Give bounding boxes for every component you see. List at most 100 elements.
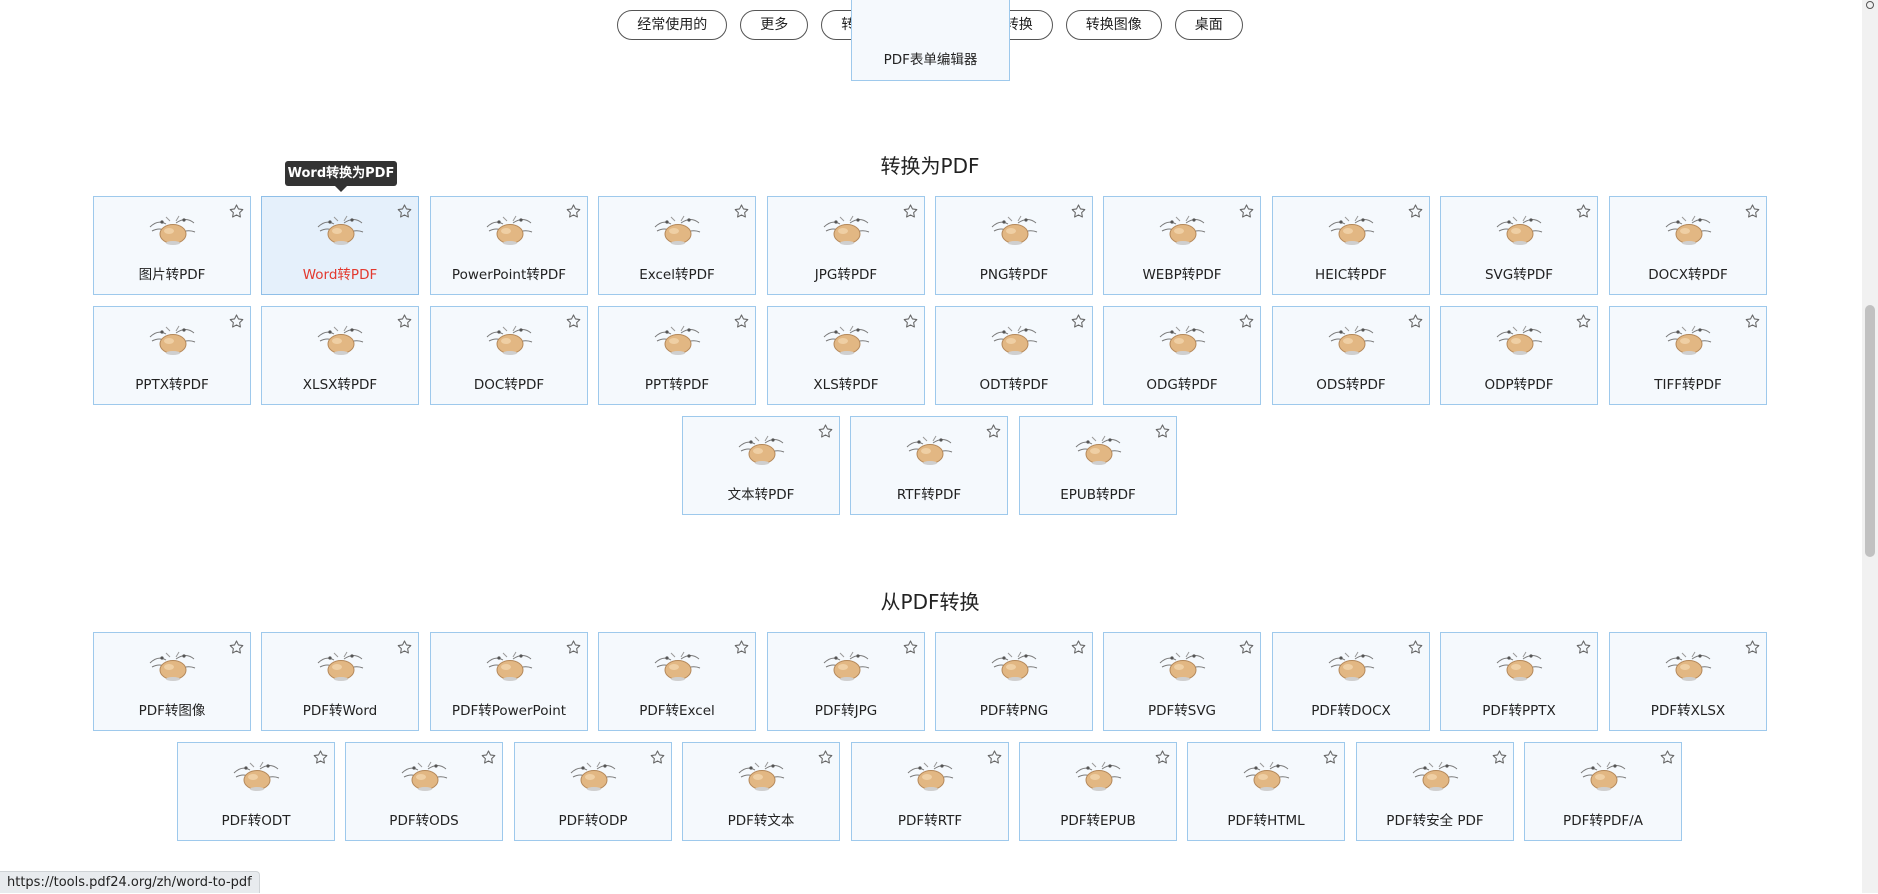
nav-more[interactable]: 更多 [740, 10, 809, 40]
tool-tile-odg-pdf[interactable]: ODG转PDF [1103, 306, 1261, 405]
pdf24-mascot-icon [1662, 211, 1714, 247]
pdf24-mascot-icon [988, 647, 1040, 683]
tool-tile-pdf-odp[interactable]: PDF转ODP [514, 742, 672, 841]
tool-tile-pdf[interactable]: 文本转PDF [682, 416, 840, 515]
star-outline-icon[interactable] [565, 203, 582, 220]
star-outline-icon[interactable] [480, 749, 497, 766]
tool-tile-heic-pdf[interactable]: HEIC转PDF [1272, 196, 1430, 295]
tool-tile-pdf-odt[interactable]: PDF转ODT [177, 742, 335, 841]
tool-tile-odp-pdf[interactable]: ODP转PDF [1440, 306, 1598, 405]
star-outline-icon[interactable] [228, 313, 245, 330]
tool-tile-pdf-xlsx[interactable]: PDF转XLSX [1609, 632, 1767, 731]
star-outline-icon[interactable] [1154, 423, 1171, 440]
tool-tile-pdf-docx[interactable]: PDF转DOCX [1272, 632, 1430, 731]
tool-tile-pdf-word[interactable]: PDF转Word [261, 632, 419, 731]
nav-frequently-used[interactable]: 经常使用的 [617, 10, 728, 40]
star-outline-icon[interactable] [902, 639, 919, 656]
tool-tile-xlsx-pdf[interactable]: XLSX转PDF [261, 306, 419, 405]
tool-tile-docx-pdf[interactable]: DOCX转PDF [1609, 196, 1767, 295]
tool-tile-doc-pdf[interactable]: DOC转PDF [430, 306, 588, 405]
pdf24-mascot-icon [988, 211, 1040, 247]
tool-tile-jpg-pdf[interactable]: JPG转PDF [767, 196, 925, 295]
star-outline-icon[interactable] [1154, 749, 1171, 766]
star-outline-icon[interactable] [565, 639, 582, 656]
tool-tile-pdf-svg[interactable]: PDF转SVG [1103, 632, 1261, 731]
star-outline-icon[interactable] [396, 639, 413, 656]
star-outline-icon[interactable] [1238, 313, 1255, 330]
star-outline-icon[interactable] [312, 749, 329, 766]
star-outline-icon[interactable] [1659, 749, 1676, 766]
tool-tile-png-pdf[interactable]: PNG转PDF [935, 196, 1093, 295]
tool-tile-pdf-pdf-a[interactable]: PDF转PDF/A [1524, 742, 1682, 841]
pdf24-mascot-icon [146, 647, 198, 683]
tool-tile-epub-pdf[interactable]: EPUB转PDF [1019, 416, 1177, 515]
star-outline-icon[interactable] [733, 639, 750, 656]
tool-tile-odt-pdf[interactable]: ODT转PDF [935, 306, 1093, 405]
pdf24-mascot-icon [820, 211, 872, 247]
star-outline-icon[interactable] [1070, 639, 1087, 656]
tool-tile-pdf-powerpoint[interactable]: PDF转PowerPoint [430, 632, 588, 731]
pdf24-mascot-icon [1493, 647, 1545, 683]
star-outline-icon[interactable] [1407, 639, 1424, 656]
tool-tile-word-pdf[interactable]: Word转PDF [261, 196, 419, 295]
star-outline-icon[interactable] [228, 203, 245, 220]
star-outline-icon[interactable] [1575, 313, 1592, 330]
tool-tile-pdf-png[interactable]: PDF转PNG [935, 632, 1093, 731]
tool-tile-pdf-ods[interactable]: PDF转ODS [345, 742, 503, 841]
tool-tile-pdf-pptx[interactable]: PDF转PPTX [1440, 632, 1598, 731]
tool-tile-pdf-jpg[interactable]: PDF转JPG [767, 632, 925, 731]
star-outline-icon[interactable] [1070, 203, 1087, 220]
star-outline-icon[interactable] [1070, 313, 1087, 330]
star-outline-icon[interactable] [733, 313, 750, 330]
star-outline-icon[interactable] [649, 749, 666, 766]
star-outline-icon[interactable] [902, 313, 919, 330]
tool-tile-excel-pdf[interactable]: Excel转PDF [598, 196, 756, 295]
star-outline-icon[interactable] [228, 639, 245, 656]
tool-tile-svg-pdf[interactable]: SVG转PDF [1440, 196, 1598, 295]
star-outline-icon[interactable] [565, 313, 582, 330]
tool-tile-pdf[interactable]: PDF转图像 [93, 632, 251, 731]
star-outline-icon[interactable] [1238, 203, 1255, 220]
tool-tile-webp-pdf[interactable]: WEBP转PDF [1103, 196, 1261, 295]
tool-tile-xls-pdf[interactable]: XLS转PDF [767, 306, 925, 405]
tool-tile-pdf[interactable]: 图片转PDF [93, 196, 251, 295]
star-outline-icon[interactable] [1407, 203, 1424, 220]
tool-tile-ppt-pdf[interactable]: PPT转PDF [598, 306, 756, 405]
star-outline-icon[interactable] [1575, 639, 1592, 656]
star-outline-icon[interactable] [396, 203, 413, 220]
tool-tile-pptx-pdf[interactable]: PPTX转PDF [93, 306, 251, 405]
tool-tile-pdf-form-editor[interactable]: PDF表单编辑器 [851, 0, 1010, 81]
star-outline-icon[interactable] [1322, 749, 1339, 766]
star-outline-icon[interactable] [1407, 313, 1424, 330]
star-outline-icon[interactable] [1575, 203, 1592, 220]
star-outline-icon[interactable] [817, 749, 834, 766]
star-outline-icon[interactable] [817, 423, 834, 440]
vertical-scrollbar[interactable] [1862, 0, 1878, 893]
tool-tile-pdf-html[interactable]: PDF转HTML [1187, 742, 1345, 841]
tool-tile-ods-pdf[interactable]: ODS转PDF [1272, 306, 1430, 405]
star-outline-icon[interactable] [396, 313, 413, 330]
tool-tile-label: Word转PDF [302, 267, 378, 283]
tool-tile-pdf[interactable]: PDF转文本 [682, 742, 840, 841]
star-outline-icon[interactable] [1744, 639, 1761, 656]
tool-tile-tiff-pdf[interactable]: TIFF转PDF [1609, 306, 1767, 405]
tool-tile-rtf-pdf[interactable]: RTF转PDF [850, 416, 1008, 515]
tool-tile-pdf-excel[interactable]: PDF转Excel [598, 632, 756, 731]
star-outline-icon[interactable] [733, 203, 750, 220]
nav-convert-images[interactable]: 转换图像 [1065, 10, 1162, 40]
star-outline-icon[interactable] [986, 749, 1003, 766]
nav-desktop[interactable]: 桌面 [1174, 10, 1243, 40]
tool-tile-pdf-pdf[interactable]: PDF转安全 PDF [1356, 742, 1514, 841]
pdf24-mascot-icon [1156, 211, 1208, 247]
star-outline-icon[interactable] [1744, 203, 1761, 220]
tool-tile-pdf-rtf[interactable]: PDF转RTF [851, 742, 1009, 841]
tool-tile-label: JPG转PDF [814, 267, 878, 283]
star-outline-icon[interactable] [902, 203, 919, 220]
star-outline-icon[interactable] [1238, 639, 1255, 656]
star-outline-icon[interactable] [985, 423, 1002, 440]
tool-tile-pdf-epub[interactable]: PDF转EPUB [1019, 742, 1177, 841]
scrollbar-thumb[interactable] [1865, 305, 1875, 557]
star-outline-icon[interactable] [1744, 313, 1761, 330]
tool-tile-powerpoint-pdf[interactable]: PowerPoint转PDF [430, 196, 588, 295]
star-outline-icon[interactable] [1491, 749, 1508, 766]
